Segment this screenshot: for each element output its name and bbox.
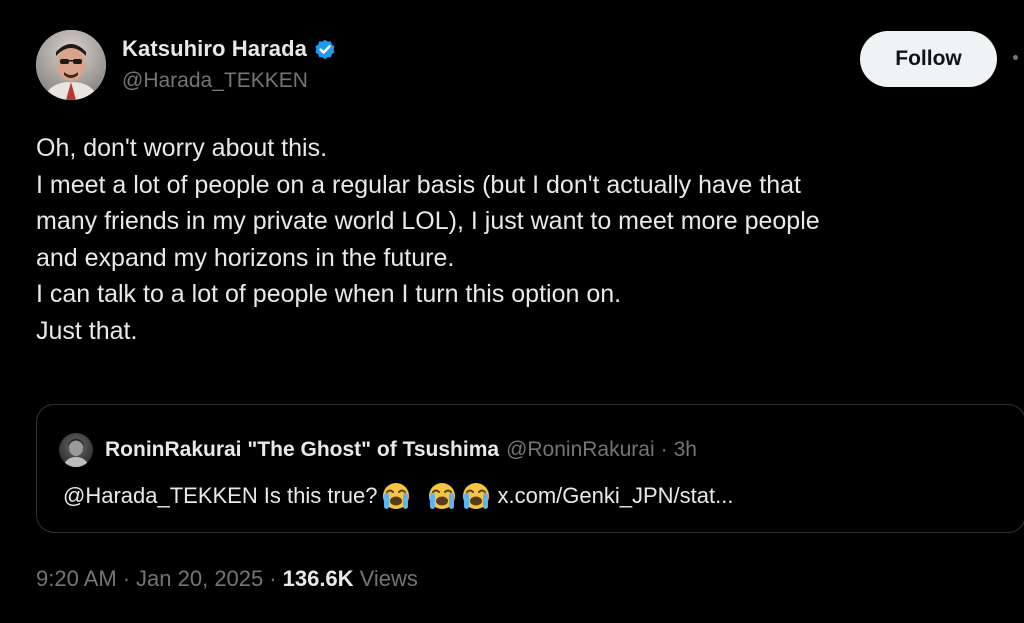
author-info: Katsuhiro Harada @Harada_TEKKEN <box>122 34 337 93</box>
quoted-author-avatar[interactable] <box>59 433 93 467</box>
quoted-tweet-card[interactable]: RoninRakurai "The Ghost" of Tsushima @Ro… <box>36 404 1024 533</box>
quoted-link[interactable]: x.com/Genki_JPN/stat... <box>497 483 733 509</box>
meta-separator: · <box>122 566 131 591</box>
profile-photo-icon <box>36 30 106 100</box>
quoted-tweet-header: RoninRakurai "The Ghost" of Tsushima @Ro… <box>59 433 697 467</box>
tweet-date[interactable]: Jan 20, 2025 <box>136 566 263 592</box>
meta-separator: · <box>269 566 277 591</box>
quoted-separator: · <box>660 438 668 461</box>
quoted-author-display-name[interactable]: RoninRakurai "The Ghost" of Tsushima <box>105 438 499 462</box>
views-count[interactable]: 136.6K <box>283 566 354 592</box>
loudly-crying-face-icon <box>381 481 411 511</box>
tweet-text-line: many friends in my private world LOL), I… <box>36 207 820 235</box>
tweet-text: Oh, don't worry about this. I meet a lot… <box>36 130 1011 349</box>
views-label: Views <box>359 566 418 591</box>
tweet-text-line: Oh, don't worry about this. <box>36 134 328 162</box>
tweet-text-line: and expand my horizons in the future. <box>36 243 455 272</box>
quoted-timestamp[interactable]: 3h <box>674 438 697 462</box>
author-display-name[interactable]: Katsuhiro Harada <box>122 36 307 62</box>
tweet-text-line: I can talk to a lot of people when I tur… <box>36 280 622 308</box>
tweet-card: Katsuhiro Harada @Harada_TEKKEN Follow O… <box>0 0 1024 623</box>
quoted-profile-photo-icon <box>63 438 89 467</box>
quoted-tweet-text: @Harada_TEKKEN Is this true? x.com/Genki… <box>63 481 733 511</box>
author-avatar[interactable] <box>36 30 106 100</box>
quoted-text: Is this true? <box>263 483 378 508</box>
loudly-crying-face-icon <box>461 481 491 511</box>
more-dots-icon[interactable] <box>1013 55 1018 60</box>
verified-badge-icon <box>313 37 337 61</box>
quoted-author-handle[interactable]: @RoninRakurai <box>506 438 655 462</box>
display-name-row: Katsuhiro Harada <box>122 34 337 64</box>
tweet-text-line: Just that. <box>36 316 138 345</box>
quoted-mention[interactable]: @Harada_TEKKEN <box>63 483 258 509</box>
tweet-text-line: I meet a lot of people on a regular basi… <box>36 170 801 199</box>
author-handle[interactable]: @Harada_TEKKEN <box>122 69 337 93</box>
loudly-crying-face-icon <box>427 481 457 511</box>
tweet-meta: 9:20 AM · Jan 20, 2025 · 136.6K Views <box>36 566 418 592</box>
follow-button[interactable]: Follow <box>860 31 997 87</box>
tweet-time[interactable]: 9:20 AM <box>36 566 117 592</box>
